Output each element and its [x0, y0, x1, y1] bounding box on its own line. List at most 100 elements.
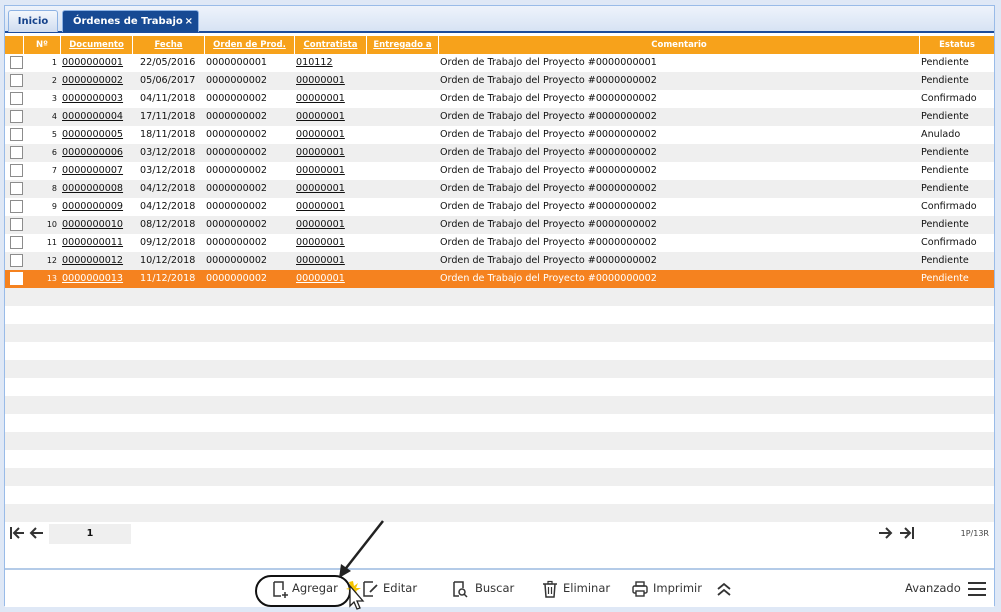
- cell-orden-prod: 0000000002: [206, 93, 268, 104]
- table-row[interactable]: 10 0000000010 08/12/2018 0000000002 00000001…: [5, 216, 994, 234]
- agregar-label: Agregar: [292, 581, 338, 595]
- table-row[interactable]: 3 0000000003 04/11/2018 0000000002 00000001 O…: [5, 90, 994, 108]
- cell-documento[interactable]: 0000000001: [62, 54, 132, 72]
- cell-entregado: [368, 108, 438, 126]
- table-row[interactable]: 2 0000000002 05/06/2017 0000000002 00000001 O…: [5, 72, 994, 90]
- imprimir-button[interactable]: Imprimir: [631, 570, 707, 607]
- cell-contratista[interactable]: 00000001: [296, 90, 366, 108]
- cell-fecha: 17/11/2018: [140, 111, 196, 122]
- row-checkbox[interactable]: [10, 146, 23, 159]
- cell-documento[interactable]: 0000000005: [62, 126, 132, 144]
- cell-fecha: 08/12/2018: [140, 219, 196, 230]
- cell-entregado: [368, 162, 438, 180]
- cell-comentario: Orden de Trabajo del Proyecto #000000000…: [440, 129, 657, 140]
- cell-fecha: 04/11/2018: [140, 93, 196, 104]
- cell-documento[interactable]: 0000000013: [62, 270, 132, 288]
- cell-orden-prod: 0000000002: [206, 201, 268, 212]
- row-checkbox[interactable]: [10, 218, 23, 231]
- row-checkbox[interactable]: [10, 164, 23, 177]
- tab-label: Órdenes de Trabajo: [73, 16, 183, 27]
- cell-comentario: Orden de Trabajo del Proyecto #000000000…: [440, 273, 657, 284]
- row-checkbox[interactable]: [10, 56, 23, 69]
- header-orden-prod[interactable]: Orden de Prod.: [205, 36, 295, 54]
- cell-orden-prod: 0000000001: [206, 57, 268, 68]
- header-contratista[interactable]: Contratista: [295, 36, 367, 54]
- cell-documento[interactable]: 0000000009: [62, 198, 132, 216]
- cell-contratista[interactable]: 00000001: [296, 72, 366, 90]
- avanzado-button[interactable]: Avanzado: [905, 570, 989, 607]
- cell-contratista[interactable]: 010112: [296, 54, 366, 72]
- cell-entregado: [368, 90, 438, 108]
- collapse-toolbar-button[interactable]: [715, 570, 735, 607]
- row-checkbox[interactable]: [10, 74, 23, 87]
- cell-documento[interactable]: 0000000010: [62, 216, 132, 234]
- previous-page-icon[interactable]: [28, 524, 46, 542]
- tab-inicio[interactable]: Inicio: [8, 10, 58, 32]
- cell-documento[interactable]: 0000000008: [62, 180, 132, 198]
- cell-orden-prod: 0000000002: [206, 75, 268, 86]
- header-fecha[interactable]: Fecha: [133, 36, 205, 54]
- cell-orden-prod: 0000000002: [206, 273, 268, 284]
- header-numero: Nº: [24, 36, 61, 54]
- header-documento[interactable]: Documento: [61, 36, 133, 54]
- cell-estatus: Pendiente: [921, 75, 969, 86]
- row-checkbox[interactable]: [10, 200, 23, 213]
- cell-documento[interactable]: 0000000011: [62, 234, 132, 252]
- imprimir-label: Imprimir: [653, 581, 702, 595]
- row-checkbox[interactable]: [10, 182, 23, 195]
- cell-documento[interactable]: 0000000006: [62, 144, 132, 162]
- table-row[interactable]: 1 0000000001 22/05/2016 0000000001 010112 Ord…: [5, 54, 994, 72]
- table-row[interactable]: 4 0000000004 17/11/2018 0000000002 00000001 O…: [5, 108, 994, 126]
- cell-contratista[interactable]: 00000001: [296, 180, 366, 198]
- cell-estatus: Confirmado: [921, 201, 977, 212]
- cell-contratista[interactable]: 00000001: [296, 270, 366, 288]
- last-page-icon[interactable]: [898, 524, 916, 542]
- cell-documento[interactable]: 0000000003: [62, 90, 132, 108]
- next-page-icon[interactable]: [876, 524, 894, 542]
- table-row[interactable]: 6 0000000006 03/12/2018 0000000002 00000001 O…: [5, 144, 994, 162]
- cell-documento[interactable]: 0000000012: [62, 252, 132, 270]
- row-checkbox[interactable]: [10, 272, 23, 285]
- cell-contratista[interactable]: 00000001: [296, 162, 366, 180]
- cell-estatus: Pendiente: [921, 255, 969, 266]
- header-contratista-label: Contratista: [303, 40, 358, 50]
- row-checkbox[interactable]: [10, 236, 23, 249]
- cell-orden-prod: 0000000002: [206, 237, 268, 248]
- table-row[interactable]: 5 0000000005 18/11/2018 0000000002 00000001 O…: [5, 126, 994, 144]
- cell-entregado: [368, 126, 438, 144]
- table-row[interactable]: 11 0000000011 09/12/2018 0000000002 00000001…: [5, 234, 994, 252]
- table-row[interactable]: 8 0000000008 04/12/2018 0000000002 00000001 O…: [5, 180, 994, 198]
- eliminar-button[interactable]: Eliminar: [541, 570, 621, 607]
- cell-numero: 2: [51, 76, 57, 85]
- cell-contratista[interactable]: 00000001: [296, 234, 366, 252]
- row-checkbox[interactable]: [10, 128, 23, 141]
- buscar-button[interactable]: Buscar: [451, 570, 521, 607]
- avanzado-label: Avanzado: [905, 581, 961, 595]
- cell-documento[interactable]: 0000000004: [62, 108, 132, 126]
- cell-contratista[interactable]: 00000001: [296, 198, 366, 216]
- cell-documento[interactable]: 0000000007: [62, 162, 132, 180]
- header-entregado[interactable]: Entregado a: [367, 36, 439, 54]
- table-row[interactable]: 9 0000000009 04/12/2018 0000000002 00000001 O…: [5, 198, 994, 216]
- row-checkbox[interactable]: [10, 254, 23, 267]
- page-number[interactable]: 1: [49, 524, 131, 544]
- row-checkbox[interactable]: [10, 92, 23, 105]
- cell-contratista[interactable]: 00000001: [296, 108, 366, 126]
- first-page-icon[interactable]: [8, 524, 26, 542]
- cell-contratista[interactable]: 00000001: [296, 144, 366, 162]
- cell-contratista[interactable]: 00000001: [296, 252, 366, 270]
- eliminar-label: Eliminar: [563, 581, 611, 595]
- buscar-label: Buscar: [475, 581, 515, 595]
- row-checkbox[interactable]: [10, 110, 23, 123]
- cell-documento[interactable]: 0000000002: [62, 72, 132, 90]
- tab-ordenes-de-trabajo[interactable]: Órdenes de Trabajo ×: [62, 10, 199, 32]
- close-tab-icon[interactable]: ×: [185, 11, 193, 32]
- table-row[interactable]: 12 0000000012 10/12/2018 0000000002 00000001…: [5, 252, 994, 270]
- cell-estatus: Confirmado: [921, 93, 977, 104]
- cell-contratista[interactable]: 00000001: [296, 126, 366, 144]
- table-row[interactable]: 7 0000000007 03/12/2018 0000000002 00000001 O…: [5, 162, 994, 180]
- cell-contratista[interactable]: 00000001: [296, 216, 366, 234]
- table-row[interactable]: 13 0000000013 11/12/2018 0000000002 00000001…: [5, 270, 994, 288]
- cell-entregado: [368, 144, 438, 162]
- mouse-cursor-icon: [346, 581, 365, 610]
